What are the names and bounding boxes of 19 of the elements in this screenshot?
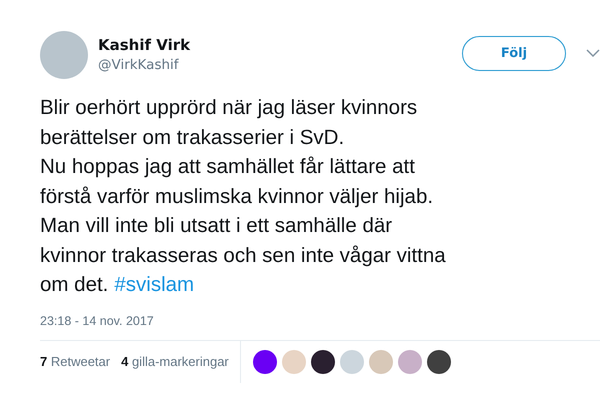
author-name[interactable]: Kashif Virk bbox=[98, 35, 190, 55]
tweet-text-line: om det. bbox=[40, 272, 108, 298]
user-avatar-placeholder[interactable] bbox=[310, 350, 335, 374]
follow-button[interactable]: Följ bbox=[462, 36, 566, 71]
user-avatar-placeholder[interactable] bbox=[252, 350, 277, 374]
hashtag-link[interactable]: #svislam bbox=[114, 270, 194, 300]
tweet-timestamp[interactable]: 23:18 - 14 nov. 2017 bbox=[40, 314, 154, 328]
stat-link[interactable]: 4 gilla-markeringar bbox=[121, 354, 229, 369]
tweet-text-line: Nu hoppas jag att samhället får lättare att bbox=[40, 154, 415, 180]
avatar-photo-placeholder[interactable] bbox=[40, 31, 88, 79]
tweet-text-line: förstå varför muslimska kvinnor väljer hijab. bbox=[40, 184, 434, 210]
author-handle[interactable]: @VirkKashif bbox=[98, 55, 190, 75]
stat-link[interactable]: 7 Retweetar bbox=[40, 354, 110, 369]
tweet-text-line: kvinnor trakasseras och sen inte vågar vittna bbox=[40, 242, 446, 268]
chevron-down-icon[interactable] bbox=[586, 49, 600, 57]
tweet-text-line: Man vill inte bli utsatt i ett samhälle där bbox=[40, 213, 392, 239]
tweet-text-line: berättelser om trakasserier i SvD. bbox=[40, 124, 344, 150]
user-avatar-placeholder[interactable] bbox=[426, 350, 451, 374]
tweet-text-line: Blir oerhört upprörd när jag läser kvinnors bbox=[40, 95, 418, 121]
